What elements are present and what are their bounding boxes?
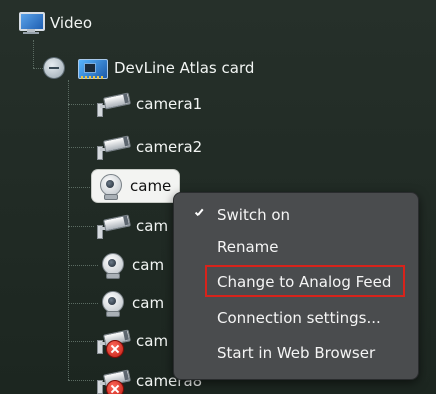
tree-root-video[interactable]: Video xyxy=(18,8,92,38)
cctv-camera-icon xyxy=(96,369,131,394)
tree-line xyxy=(68,226,94,227)
webcam-icon xyxy=(100,252,126,279)
menu-item-change-to-analog-feed[interactable]: Change to Analog Feed xyxy=(174,268,418,296)
tree-node-camera[interactable]: cam xyxy=(100,250,164,280)
menu-item-label: Change to Analog Feed xyxy=(217,273,392,291)
video-tree-panel: Video DevLine Atlas card camera1 camera2… xyxy=(0,0,436,394)
tree-node-label: DevLine Atlas card xyxy=(114,59,255,77)
error-icon xyxy=(106,380,124,394)
menu-item-connection-settings[interactable]: Connection settings... xyxy=(174,304,418,332)
tree-node-label: camera2 xyxy=(136,138,203,156)
tree-node-label: cam xyxy=(132,294,165,312)
cctv-camera-icon xyxy=(96,92,131,117)
cctv-camera-icon xyxy=(96,135,131,160)
tree-line xyxy=(68,104,94,105)
tree-node-camera[interactable]: camera1 xyxy=(96,89,202,119)
tree-node-camera[interactable]: cam xyxy=(100,288,164,318)
cctv-camera-icon xyxy=(96,329,131,358)
tree-node-camera-selected[interactable]: came xyxy=(92,170,180,202)
menu-item-start-in-web-browser[interactable]: Start in Web Browser xyxy=(174,339,418,367)
menu-item-label: Rename xyxy=(217,238,279,256)
tree-line xyxy=(33,40,34,68)
tree-line xyxy=(68,187,92,188)
tree-root-label: Video xyxy=(50,14,93,32)
tree-node-label: camera1 xyxy=(136,95,203,113)
tree-line xyxy=(68,147,94,148)
menu-item-label: Start in Web Browser xyxy=(217,344,376,362)
tree-node-label: came xyxy=(130,177,172,195)
webcam-icon xyxy=(100,290,126,317)
collapse-icon[interactable] xyxy=(44,58,64,78)
tree-node-label: cam xyxy=(136,332,169,350)
menu-item-switch-on[interactable]: Switch on xyxy=(174,201,418,229)
menu-item-rename[interactable]: Rename xyxy=(174,233,418,261)
tree-line xyxy=(68,380,94,381)
menu-item-label: Connection settings... xyxy=(217,309,381,327)
tree-node-card[interactable]: DevLine Atlas card xyxy=(78,53,254,83)
webcam-icon xyxy=(98,173,124,200)
tree-line xyxy=(68,303,98,304)
tree-node-label: cam xyxy=(132,256,165,274)
capture-card-icon xyxy=(78,57,108,79)
context-menu: Switch on Rename Change to Analog Feed C… xyxy=(173,192,419,380)
error-icon xyxy=(106,340,124,358)
tree-node-label: cam xyxy=(136,217,169,235)
tree-node-camera[interactable]: cam xyxy=(96,211,168,241)
tree-line xyxy=(68,80,69,380)
tree-node-camera[interactable]: camera2 xyxy=(96,132,202,162)
menu-item-label: Switch on xyxy=(217,206,291,224)
check-icon xyxy=(194,209,204,219)
tree-line xyxy=(68,341,94,342)
cctv-camera-icon xyxy=(96,214,131,239)
tree-line xyxy=(68,265,98,266)
monitor-icon xyxy=(18,12,45,34)
tree-node-camera-error[interactable]: cam xyxy=(96,326,169,358)
